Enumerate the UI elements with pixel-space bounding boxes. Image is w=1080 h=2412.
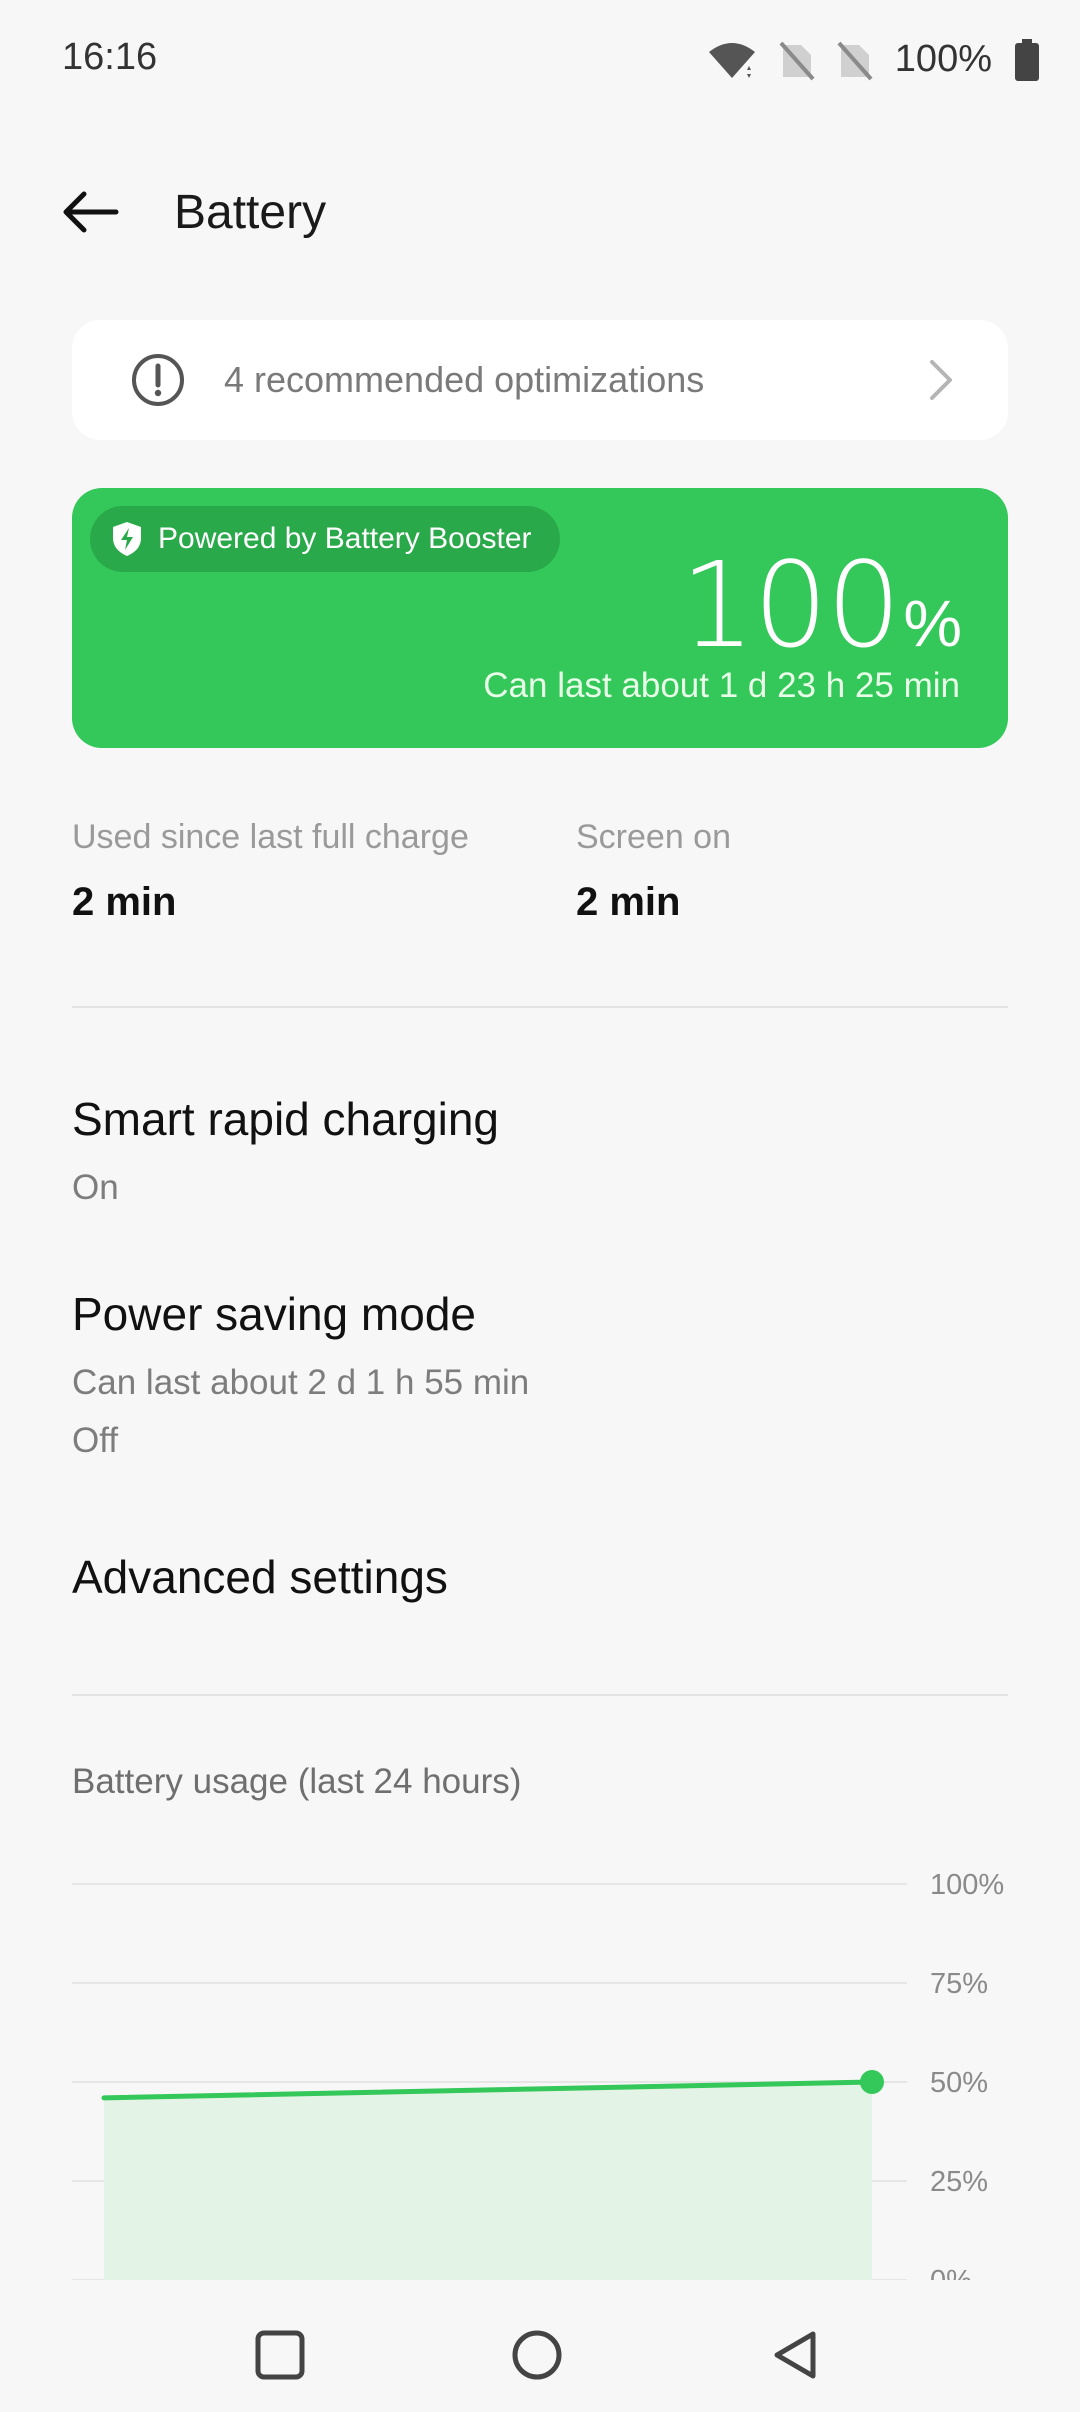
- battery-level-symbol: %: [903, 586, 962, 660]
- power-saving-mode-estimate: Can last about 2 d 1 h 55 min: [72, 1363, 530, 1402]
- no-sim-icon: [837, 41, 873, 80]
- badge-text: Powered by Battery Booster: [158, 522, 532, 555]
- smart-rapid-charging-item[interactable]: Smart rapid charging On: [0, 1070, 1080, 1220]
- used-since-value: 2 min: [72, 880, 177, 924]
- recents-button[interactable]: [245, 2320, 315, 2390]
- wifi-icon: [708, 42, 755, 78]
- power-saving-mode-title: Power saving mode: [72, 1288, 476, 1340]
- y-tick-label: 0%: [930, 2265, 972, 2280]
- recommendations-card[interactable]: 4 recommended optimizations: [72, 320, 1008, 440]
- current-level-point: [860, 2070, 884, 2094]
- used-since-label: Used since last full charge: [72, 818, 469, 856]
- circle-icon: [512, 2330, 562, 2380]
- divider: [72, 1694, 1008, 1696]
- battery-usage-title: Battery usage (last 24 hours): [72, 1762, 522, 1801]
- battery-estimate: Can last about 1 d 23 h 25 min: [483, 666, 960, 705]
- alert-circle-icon: [132, 354, 184, 406]
- advanced-settings-title: Advanced settings: [72, 1551, 448, 1603]
- y-tick-label: 100%: [930, 1869, 1004, 1901]
- power-saving-mode-item[interactable]: Power saving mode Can last about 2 d 1 h…: [0, 1265, 1080, 1465]
- battery-full-icon: [1015, 38, 1039, 81]
- back-nav-button[interactable]: [760, 2320, 830, 2390]
- square-icon: [255, 2330, 305, 2380]
- status-battery-percent: 100%: [894, 38, 992, 80]
- status-icons: 100%: [707, 38, 1040, 81]
- screen-on-label: Screen on: [576, 818, 731, 856]
- y-tick-label: 75%: [930, 1968, 988, 2000]
- battery-level: 100 %: [680, 536, 962, 674]
- navigation-bar: [0, 2280, 1080, 2412]
- screen-on-value: 2 min: [576, 880, 681, 924]
- divider: [72, 1006, 1008, 1008]
- shield-bolt-icon: [113, 522, 141, 556]
- usage-area: [104, 2082, 872, 2280]
- triangle-back-icon: [774, 2331, 816, 2379]
- battery-booster-badge: Powered by Battery Booster: [90, 506, 560, 572]
- status-time: 16:16: [62, 36, 158, 78]
- battery-status-card[interactable]: Powered by Battery Booster 100 % Can las…: [72, 488, 1008, 748]
- chevron-right-icon: [930, 360, 952, 400]
- arrow-left-icon: [63, 191, 119, 233]
- page-title: Battery: [174, 186, 327, 239]
- y-tick-label: 50%: [930, 2067, 988, 2099]
- y-tick-label: 25%: [930, 2166, 988, 2198]
- advanced-settings-item[interactable]: Advanced settings: [0, 1520, 1080, 1640]
- no-sim-icon: [779, 41, 815, 80]
- power-saving-mode-status: Off: [72, 1421, 119, 1460]
- home-button[interactable]: [502, 2320, 572, 2390]
- smart-rapid-charging-title: Smart rapid charging: [72, 1093, 499, 1145]
- back-button[interactable]: [60, 182, 130, 242]
- recommendations-text: 4 recommended optimizations: [224, 359, 705, 400]
- battery-level-number: 100: [680, 536, 901, 674]
- battery-usage-chart: 100% 75% 50% 25% 0%: [72, 1869, 1004, 2280]
- smart-rapid-charging-status: On: [72, 1168, 119, 1207]
